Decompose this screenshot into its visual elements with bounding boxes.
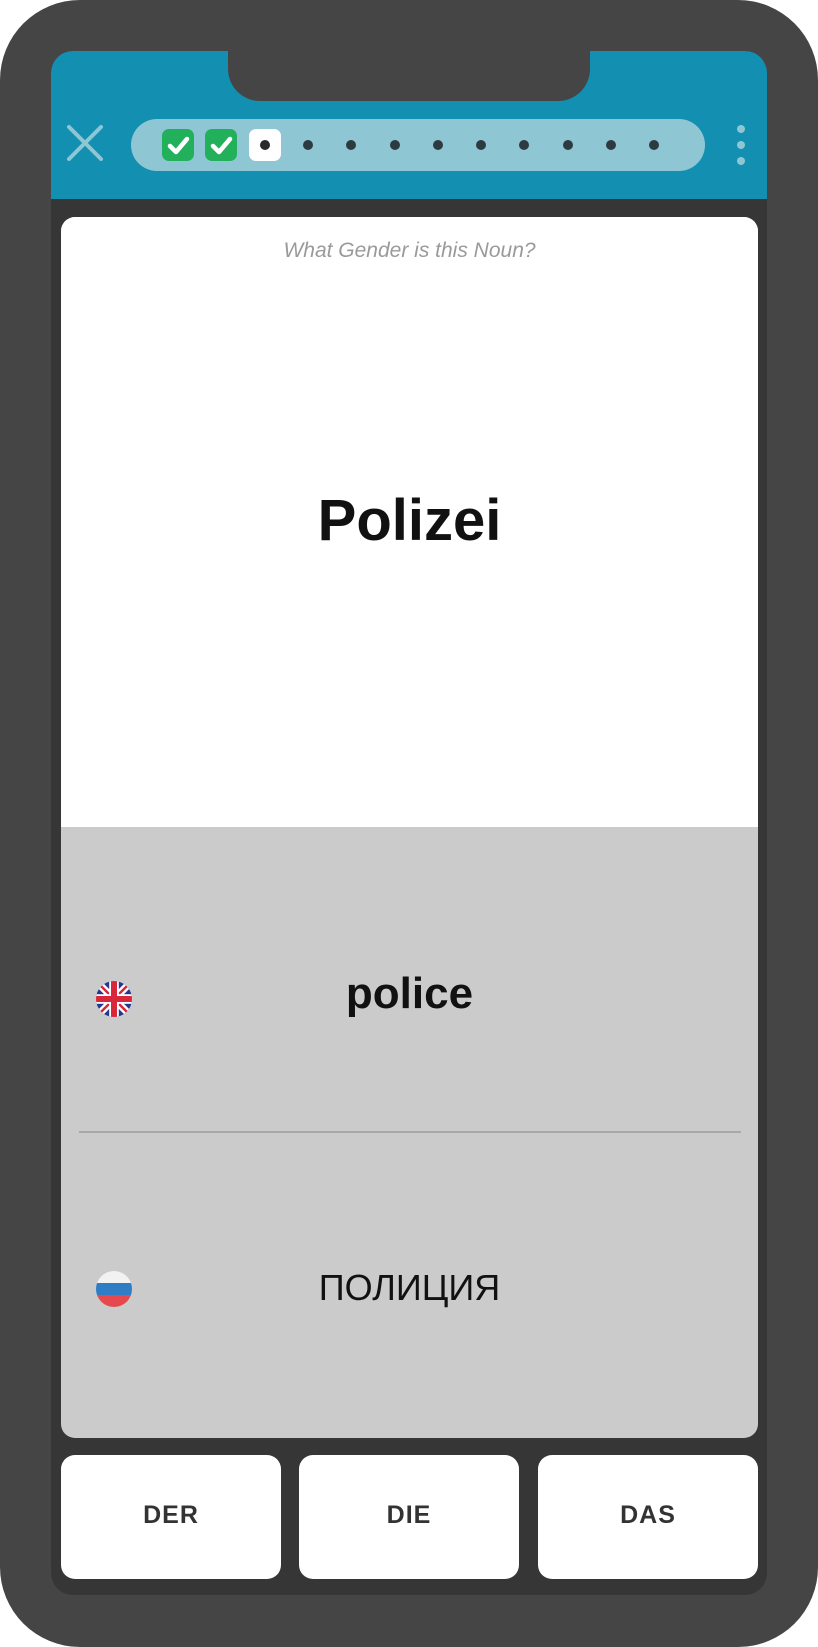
das-button[interactable]: DAS xyxy=(538,1455,758,1579)
flashcard: What Gender is this Noun? Polizei police… xyxy=(61,217,758,1438)
die-button[interactable]: DIE xyxy=(299,1455,519,1579)
progress-step-todo xyxy=(552,129,584,161)
der-label: DER xyxy=(143,1501,199,1529)
der-button[interactable]: DER xyxy=(61,1455,281,1579)
das-label: DAS xyxy=(620,1501,676,1529)
progress-step-todo xyxy=(335,129,367,161)
question-prompt: What Gender is this Noun? xyxy=(283,239,536,262)
translation-divider xyxy=(79,1131,741,1133)
russian-translation: ПОЛИЦИЯ xyxy=(318,1267,501,1308)
progress-bar xyxy=(131,119,705,171)
die-label: DIE xyxy=(386,1501,432,1529)
check-icon xyxy=(210,136,233,155)
more-dot xyxy=(737,125,745,133)
top-bar xyxy=(51,51,767,199)
progress-step-todo xyxy=(595,129,627,161)
progress-step-todo xyxy=(422,129,454,161)
noun-panel: What Gender is this Noun? Polizei xyxy=(61,217,758,827)
english-translation: police xyxy=(345,969,474,1018)
phone-notch xyxy=(228,51,590,101)
translation-row-russian: ПОЛИЦИЯ xyxy=(61,1259,758,1319)
phone-frame: What Gender is this Noun? Polizei police… xyxy=(0,0,818,1647)
progress-step-todo xyxy=(465,129,497,161)
progress-step-todo xyxy=(292,129,324,161)
translation-row-english: police xyxy=(61,969,758,1029)
progress-step-done xyxy=(205,129,237,161)
more-options-button[interactable] xyxy=(733,125,749,165)
close-button[interactable] xyxy=(65,123,105,163)
progress-step-todo xyxy=(508,129,540,161)
more-dot xyxy=(737,157,745,165)
close-icon xyxy=(67,125,103,161)
progress-step-todo xyxy=(379,129,411,161)
progress-step-done xyxy=(162,129,194,161)
app-screen: What Gender is this Noun? Polizei police… xyxy=(51,51,767,1595)
progress-step-todo xyxy=(638,129,670,161)
check-icon xyxy=(167,136,190,155)
more-dot xyxy=(737,141,745,149)
noun-word: Polizei xyxy=(317,488,502,553)
progress-step-current xyxy=(249,129,281,161)
